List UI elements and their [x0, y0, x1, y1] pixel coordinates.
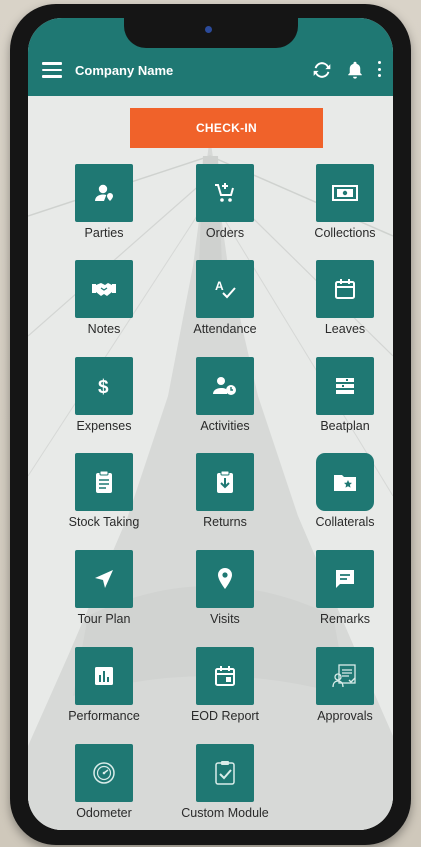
checklist-icon [215, 761, 235, 785]
module-tile-performance[interactable]: Performance [46, 647, 162, 737]
list-icon [336, 378, 354, 394]
module-label: Performance [68, 709, 140, 723]
parties-button[interactable] [75, 164, 133, 222]
phone-frame: Company Name CHECK-IN Parties Orders Col… [10, 4, 411, 845]
module-tile-expenses[interactable]: $ Expenses [46, 357, 162, 447]
return-box-icon [217, 470, 233, 493]
dollar-icon: $ [98, 377, 109, 398]
odometer-button[interactable] [75, 744, 133, 802]
location-pin-icon [218, 568, 232, 589]
module-tile-visits[interactable]: Visits [167, 550, 283, 640]
svg-text:A: A [215, 279, 224, 293]
navigation-arrow-icon [95, 570, 113, 588]
performance-button[interactable] [75, 647, 133, 705]
module-tile-collections[interactable]: Collections [287, 164, 393, 254]
collections-button[interactable] [316, 164, 374, 222]
approval-icon [332, 664, 356, 688]
module-tile-returns[interactable]: Returns [167, 453, 283, 543]
module-label: Stock Taking [68, 515, 140, 529]
module-tile-approvals[interactable]: Approvals [287, 647, 393, 737]
module-tile-remarks[interactable]: Remarks [287, 550, 393, 640]
folder-star-icon [334, 475, 356, 491]
module-tile-orders[interactable]: Orders [167, 164, 283, 254]
custom-module-button[interactable] [196, 744, 254, 802]
module-tile-notes[interactable]: Notes [46, 260, 162, 350]
tour-plan-button[interactable] [75, 550, 133, 608]
attendance-button[interactable]: A [196, 260, 254, 318]
module-label: Attendance [193, 322, 257, 336]
notes-button[interactable] [75, 260, 133, 318]
handshake-icon [92, 283, 116, 296]
module-tile-parties[interactable]: Parties [46, 164, 162, 254]
module-label: Activities [200, 419, 250, 433]
module-label: Returns [203, 515, 247, 529]
module-tile-tour-plan[interactable]: Tour Plan [46, 550, 162, 640]
approvals-button[interactable] [316, 647, 374, 705]
cart-add-icon [215, 183, 234, 202]
module-label: Custom Module [181, 806, 269, 820]
remarks-button[interactable] [316, 550, 374, 608]
phone-notch [124, 18, 298, 48]
eod-report-button[interactable] [196, 647, 254, 705]
module-tile-activities[interactable]: Activities [167, 357, 283, 447]
expenses-button[interactable]: $ [75, 357, 133, 415]
module-label: Visits [210, 612, 240, 626]
module-label: Leaves [324, 322, 366, 336]
collaterals-button[interactable] [316, 453, 374, 511]
module-grid: Parties Orders Collections Notes A Atten… [28, 18, 393, 830]
calendar-icon [335, 279, 355, 299]
module-label: Odometer [76, 806, 132, 820]
module-label: Expenses [76, 419, 132, 433]
module-tile-custom-module[interactable]: Custom Module [167, 744, 283, 830]
bar-chart-icon [95, 667, 113, 685]
front-camera [205, 26, 212, 33]
module-tile-odometer[interactable]: Odometer [46, 744, 162, 830]
activities-button[interactable] [196, 357, 254, 415]
module-label: Tour Plan [77, 612, 131, 626]
module-label: Beatplan [320, 419, 370, 433]
module-tile-attendance[interactable]: A Attendance [167, 260, 283, 350]
stock-taking-button[interactable] [75, 453, 133, 511]
module-label: Parties [84, 226, 124, 240]
beatplan-button[interactable] [316, 357, 374, 415]
returns-button[interactable] [196, 453, 254, 511]
cash-icon [332, 185, 358, 201]
person-clock-icon [213, 377, 236, 395]
speedometer-icon [93, 762, 115, 784]
module-tile-leaves[interactable]: Leaves [287, 260, 393, 350]
module-label: Collections [314, 226, 376, 240]
module-tile-stock-taking[interactable]: Stock Taking [46, 453, 162, 543]
module-tile-eod-report[interactable]: EOD Report [167, 647, 283, 737]
comment-icon [336, 570, 354, 588]
leaves-button[interactable] [316, 260, 374, 318]
event-calendar-icon [215, 666, 235, 686]
spellcheck-icon: A [215, 279, 236, 299]
module-label: Approvals [317, 709, 373, 723]
module-label: Remarks [319, 612, 370, 626]
module-tile-collaterals[interactable]: Collaterals [287, 453, 393, 543]
module-label: Orders [205, 226, 245, 240]
svg-text:$: $ [98, 377, 109, 398]
app-screen: Company Name CHECK-IN Parties Orders Col… [28, 18, 393, 830]
module-label: Notes [87, 322, 121, 336]
clipboard-list-icon [96, 470, 112, 493]
module-label: Collaterals [315, 515, 375, 529]
module-label: EOD Report [190, 709, 260, 723]
module-tile-beatplan[interactable]: Beatplan [287, 357, 393, 447]
person-pin-icon [95, 184, 113, 201]
visits-button[interactable] [196, 550, 254, 608]
orders-button[interactable] [196, 164, 254, 222]
